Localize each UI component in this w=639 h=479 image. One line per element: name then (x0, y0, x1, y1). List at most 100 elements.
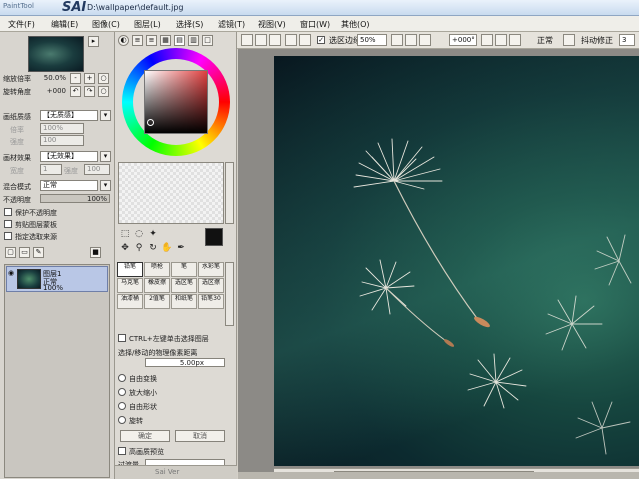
brush-cell[interactable]: 选区笔 (171, 278, 197, 293)
menu-file[interactable]: 文件(F) (8, 19, 35, 30)
menu-other[interactable]: 其他(O) (341, 19, 370, 30)
flip-button[interactable] (563, 34, 575, 46)
brush-cell[interactable]: 水彩笔 (198, 262, 224, 277)
selection-edge-checkbox[interactable]: ✓ (317, 36, 325, 44)
brush-cell[interactable]: 笔 (171, 262, 197, 277)
foreground-color[interactable] (205, 228, 223, 246)
brush-cell[interactable]: 马克笔 (117, 278, 143, 293)
rotate-right-button[interactable] (495, 34, 507, 46)
menu-edit[interactable]: 编辑(E) (51, 19, 78, 30)
deselect-button[interactable] (255, 34, 267, 46)
angle-field[interactable]: +000° (449, 34, 477, 46)
menu-window[interactable]: 窗口(W) (300, 19, 330, 30)
canvas[interactable] (274, 56, 639, 466)
brush-cell[interactable]: 铅笔 (117, 262, 143, 277)
selection-source-checkbox[interactable] (4, 232, 12, 240)
menu-view[interactable]: 视图(V) (258, 19, 286, 30)
color-wheel[interactable] (122, 48, 230, 156)
invert-selection-button[interactable] (269, 34, 281, 46)
paper-texture-dropdown[interactable]: ▾ (100, 110, 111, 121)
select-all-button[interactable] (241, 34, 253, 46)
scale-radio[interactable] (118, 388, 126, 396)
free-shape-radio[interactable] (118, 402, 126, 410)
move-distance-slider[interactable]: 5.00px (145, 358, 225, 367)
color-cursor[interactable] (147, 119, 154, 126)
nav-zoom-out-button[interactable]: - (70, 73, 81, 84)
brush-cell[interactable]: 橡皮擦 (144, 278, 170, 293)
brush-cell[interactable]: 选区擦 (198, 278, 224, 293)
zoom-icon[interactable]: ⚲ (133, 242, 145, 254)
swatches-icon[interactable]: ▤ (174, 35, 185, 46)
nav-angle-value[interactable]: +000 (42, 87, 66, 95)
brush-cell[interactable]: 和纸笔 (171, 294, 197, 309)
ok-button[interactable]: 确定 (120, 430, 170, 442)
zoom-reset-button[interactable] (419, 34, 431, 46)
navigator-thumbnail[interactable] (28, 36, 84, 72)
effect-width-field[interactable]: 1 (40, 164, 62, 175)
lasso-icon[interactable]: ◌ (133, 228, 145, 240)
saturation-value-square[interactable] (144, 70, 208, 134)
swatches-scrollbar[interactable] (225, 162, 234, 224)
clipping-mask-checkbox[interactable] (4, 220, 12, 228)
eye-icon[interactable]: ◉ (8, 270, 15, 277)
rotate-icon[interactable]: ↻ (147, 242, 159, 254)
layer-blend-select[interactable]: 正常 (40, 180, 98, 191)
transform-button[interactable] (299, 34, 311, 46)
menu-select[interactable]: 选择(S) (176, 19, 203, 30)
nav-rotate-right-button[interactable]: ↷ (84, 86, 95, 97)
nav-rotate-left-button[interactable]: ↶ (70, 86, 81, 97)
paper-texture-select[interactable]: 【无质感】 (40, 110, 98, 121)
blend-mode-label[interactable]: 正常 (537, 35, 553, 46)
ctrl-select-layer-checkbox[interactable] (118, 334, 126, 342)
layer-item[interactable]: ◉ 图层1 正常 100% (6, 266, 108, 292)
protect-opacity-checkbox[interactable] (4, 208, 12, 216)
paper-scale-field[interactable]: 100% (40, 123, 84, 134)
paper-effect-select[interactable]: 【无效果】 (40, 151, 98, 162)
magic-wand-icon[interactable]: ✦ (147, 228, 159, 240)
zoom-out-button[interactable] (391, 34, 403, 46)
new-linework-layer-icon[interactable]: ✎ (33, 247, 44, 258)
brush-scrollbar[interactable] (225, 262, 234, 326)
menu-image[interactable]: 图像(C) (92, 19, 120, 30)
hq-preview-checkbox[interactable] (118, 447, 126, 455)
opacity-slider[interactable]: 100% (40, 194, 110, 203)
swatches-grid[interactable] (118, 162, 224, 224)
nav-rotate-reset-button[interactable]: ○ (98, 86, 109, 97)
effect-strength-field[interactable]: 100 (84, 164, 110, 175)
new-folder-icon[interactable]: ▭ (19, 247, 30, 258)
paper-strength-field[interactable]: 100 (40, 135, 84, 146)
cancel-button[interactable]: 取消 (175, 430, 225, 442)
select-rect-icon[interactable]: ⬚ (119, 228, 131, 240)
paper-effect-dropdown[interactable]: ▾ (100, 151, 111, 162)
scratch-pad-icon[interactable]: □ (202, 35, 213, 46)
nav-zoom-in-button[interactable]: + (84, 73, 95, 84)
new-layer-icon[interactable]: ▢ (5, 247, 16, 258)
palette-icon[interactable]: ▦ (160, 35, 171, 46)
brush-cell[interactable]: 油漆桶 (117, 294, 143, 309)
menu-layer[interactable]: 图层(L) (134, 19, 161, 30)
crop-button[interactable] (285, 34, 297, 46)
delete-layer-icon[interactable]: ■ (90, 247, 101, 258)
menu-filter[interactable]: 滤镜(T) (218, 19, 245, 30)
move-icon[interactable]: ✥ (119, 242, 131, 254)
zoom-in-button[interactable] (405, 34, 417, 46)
hand-icon[interactable]: ✋ (161, 242, 173, 254)
brush-cell[interactable]: 2值笔 (144, 294, 170, 309)
layer-blend-dropdown[interactable]: ▾ (100, 180, 111, 191)
stabilizer-field[interactable]: 3 (619, 34, 635, 46)
rotate-reset-button[interactable] (509, 34, 521, 46)
hsv-slider-icon[interactable]: ≡ (146, 35, 157, 46)
color-wheel-mode-icon[interactable]: ◐ (118, 35, 129, 46)
rgb-slider-icon[interactable]: ≡ (132, 35, 143, 46)
mixer-icon[interactable]: ▥ (188, 35, 199, 46)
rotate-radio[interactable] (118, 416, 126, 424)
nav-zoom-reset-button[interactable]: ○ (98, 73, 109, 84)
rotate-left-button[interactable] (481, 34, 493, 46)
brush-cell[interactable]: 喷枪 (144, 262, 170, 277)
eyedropper-icon[interactable]: ✒ (175, 242, 187, 254)
brush-cell[interactable]: 铅笔30 (198, 294, 224, 309)
free-transform-radio[interactable] (118, 374, 126, 382)
navigator-expand-button[interactable]: ▸ (88, 36, 99, 47)
nav-zoom-value[interactable]: 50.0% (42, 74, 66, 82)
zoom-field[interactable]: 50% (357, 34, 387, 46)
